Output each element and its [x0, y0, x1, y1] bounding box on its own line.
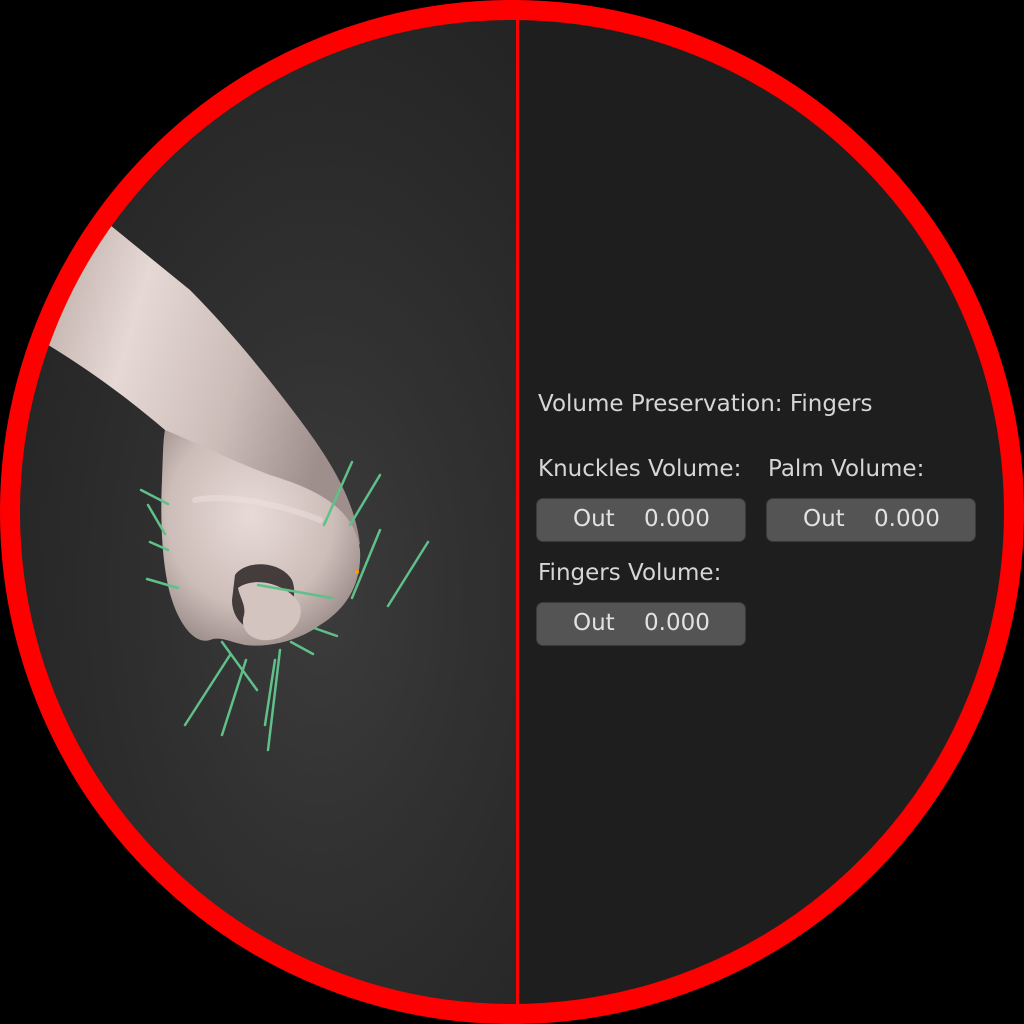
- magnifier-lens: Volume Preservation: Fingers Knuckles Vo…: [0, 0, 1024, 1024]
- properties-panel: Volume Preservation: Fingers Knuckles Vo…: [519, 0, 1024, 1024]
- screenshot-stage: Volume Preservation: Fingers Knuckles Vo…: [0, 0, 1024, 1024]
- knuckles-volume-label: Knuckles Volume:: [538, 456, 742, 482]
- knuckles-volume-field[interactable]: Out 0.000: [536, 498, 746, 542]
- palm-volume-value: 0.000: [874, 506, 940, 532]
- palm-volume-name: Out: [803, 506, 845, 532]
- knuckles-volume-name: Out: [573, 506, 615, 532]
- palm-volume-field[interactable]: Out 0.000: [766, 498, 976, 542]
- knuckles-volume-value: 0.000: [644, 506, 710, 532]
- panel-title: Volume Preservation: Fingers: [538, 391, 873, 417]
- active-bone-marker: [355, 570, 359, 574]
- fingers-volume-field[interactable]: Out 0.000: [536, 602, 746, 646]
- fingers-volume-name: Out: [573, 610, 615, 636]
- hand-model-render: [40, 225, 430, 752]
- fingers-volume-value: 0.000: [644, 610, 710, 636]
- 3d-viewport[interactable]: [0, 0, 517, 1024]
- fingers-volume-label: Fingers Volume:: [538, 560, 722, 586]
- palm-volume-label: Palm Volume:: [768, 456, 925, 482]
